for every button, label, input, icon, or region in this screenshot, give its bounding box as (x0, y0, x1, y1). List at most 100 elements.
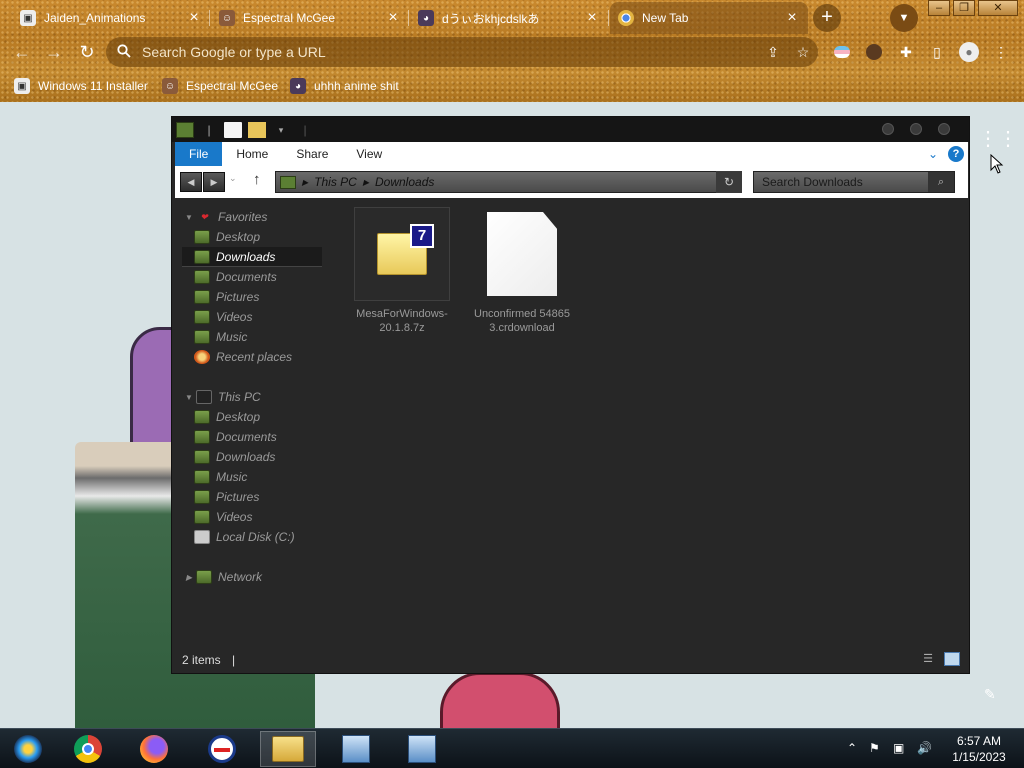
action-center-flag-icon[interactable]: ⚑ (869, 741, 880, 755)
search-input[interactable] (754, 175, 928, 189)
status-bar: 2 items | (182, 653, 235, 667)
close-tab-icon[interactable]: × (184, 10, 204, 26)
back-button[interactable]: ◀ (180, 172, 202, 192)
file-item-crdownload[interactable]: Unconfirmed 548653.crdownload (474, 207, 570, 335)
restore-window-button[interactable]: ❐ (953, 0, 975, 16)
network-icon[interactable]: ▣ (893, 741, 904, 755)
taskbar-firefox[interactable] (126, 731, 182, 767)
nav-favorites-desktop[interactable]: Desktop (182, 227, 322, 247)
clock[interactable]: 6:57 AM 1/15/2023 (944, 733, 1014, 765)
google-apps-grid-icon[interactable]: ⋮⋮⋮ (978, 126, 1024, 151)
start-button[interactable] (0, 731, 56, 767)
bookmark-espectral-mcgee[interactable]: ☺ Espectral McGee (162, 75, 278, 97)
taskbar-installer-2[interactable] (394, 731, 450, 767)
tab-share[interactable]: Share (282, 142, 342, 166)
share-icon[interactable]: ⇪ (758, 44, 788, 61)
large-icons-view-icon[interactable] (944, 652, 960, 666)
nav-thispc-downloads[interactable]: Downloads (182, 447, 322, 467)
recent-locations-chevron-icon[interactable]: ⌄ (229, 173, 237, 184)
refresh-icon[interactable]: ↻ (716, 171, 742, 193)
tab-home[interactable]: Home (222, 142, 282, 166)
side-panel-icon[interactable]: ▯ (926, 41, 948, 63)
volume-icon[interactable]: 🔊 (917, 741, 932, 755)
omnibox-input[interactable] (142, 44, 758, 60)
customize-pencil-icon[interactable]: ✎ (984, 686, 996, 703)
bookmark-anime[interactable]: ◕ uhhh anime shit (290, 75, 399, 97)
profile-avatar-extension-icon[interactable] (863, 41, 885, 63)
reload-icon[interactable]: ↻ (75, 40, 99, 64)
collapse-chevron-icon[interactable]: ▼ (182, 393, 196, 402)
item-count: 2 items (182, 653, 221, 667)
file-item-mesa-7z[interactable]: 7 MesaForWindows-20.1.8.7z (354, 207, 450, 335)
maximize-button[interactable] (910, 123, 922, 135)
recent-places-icon (194, 350, 210, 364)
nav-favorites-recent-places[interactable]: Recent places (182, 347, 322, 367)
nav-this-pc[interactable]: ▼ This PC (182, 387, 322, 407)
nav-thispc-pictures[interactable]: Pictures (182, 487, 322, 507)
tab-view[interactable]: View (342, 142, 396, 166)
properties-icon[interactable] (224, 121, 242, 138)
taskbar-installer-1[interactable] (328, 731, 384, 767)
expand-ribbon-chevron-icon[interactable]: ⌄ (928, 147, 938, 161)
close-tab-icon[interactable]: × (582, 10, 602, 26)
up-arrow-icon[interactable]: ↑ (253, 171, 261, 188)
close-button[interactable] (938, 123, 950, 135)
tab-anime[interactable]: ◕ dうぃおkhjcdslkあ × (410, 2, 608, 34)
customize-quick-access-chevron-icon[interactable]: ▾ (272, 122, 290, 138)
bookmark-star-icon[interactable]: ☆ (788, 44, 818, 61)
forward-arrow-icon[interactable]: → (42, 40, 66, 64)
expand-chevron-icon[interactable]: ▶ (182, 573, 196, 582)
folder-icon (176, 121, 194, 138)
show-hidden-icons-chevron-icon[interactable]: ⌃ (847, 741, 857, 755)
tab-new-tab[interactable]: New Tab × (610, 2, 808, 34)
minimize-window-button[interactable]: – (928, 0, 950, 16)
tab-file[interactable]: File (175, 142, 223, 166)
search-downloads-box[interactable]: ⌕ (753, 171, 955, 193)
nav-network[interactable]: ▶ Network (182, 567, 322, 587)
anime-favicon-icon: ◕ (418, 10, 434, 26)
nav-thispc-local-disk[interactable]: Local Disk (C:) (182, 527, 322, 547)
puzzle-extensions-icon[interactable]: ✚ (895, 41, 917, 63)
nav-favorites[interactable]: ▼ ❤ Favorites (182, 207, 322, 227)
collapse-chevron-icon[interactable]: ▼ (182, 213, 196, 222)
nav-thispc-documents[interactable]: Documents (182, 427, 322, 447)
taskbar-file-explorer[interactable] (260, 731, 316, 767)
omnibox[interactable]: ⇪ ☆ (106, 37, 818, 67)
flag-extension-icon[interactable] (831, 41, 853, 63)
help-icon[interactable]: ? (948, 146, 964, 162)
tab-jaiden-animations[interactable]: ▣ Jaiden_Animations × (12, 2, 210, 34)
close-tab-icon[interactable]: × (383, 10, 403, 26)
nav-favorites-music[interactable]: Music (182, 327, 322, 347)
breadcrumb-this-pc[interactable]: This PC (314, 175, 357, 189)
search-icon[interactable]: ⌕ (928, 172, 954, 192)
profile-icon[interactable]: ● (958, 41, 980, 63)
videos-folder-icon (194, 310, 210, 324)
nav-favorites-documents[interactable]: Documents (182, 267, 322, 287)
address-field[interactable]: ▶ This PC ▶ Downloads (275, 171, 742, 193)
menu-kebab-icon[interactable]: ⋮ (990, 41, 1012, 63)
new-folder-icon[interactable] (248, 121, 266, 138)
nav-thispc-videos[interactable]: Videos (182, 507, 322, 527)
nav-favorites-pictures[interactable]: Pictures (182, 287, 322, 307)
close-window-button[interactable]: ✕ (978, 0, 1018, 16)
close-tab-icon[interactable]: × (782, 10, 802, 26)
taskbar-browser-app[interactable] (194, 731, 250, 767)
minimize-button[interactable] (882, 123, 894, 135)
bookmark-windows-11-installer[interactable]: ▣ Windows 11 Installer (14, 75, 148, 97)
nav-thispc-music[interactable]: Music (182, 467, 322, 487)
forward-button[interactable]: ▶ (203, 172, 225, 192)
nav-thispc-desktop[interactable]: Desktop (182, 407, 322, 427)
new-tab-button[interactable]: + (813, 4, 841, 32)
explorer-titlebar[interactable]: | ▾ | (172, 117, 969, 142)
downloads-folder-icon (194, 249, 210, 264)
tab-search-chevron-icon[interactable]: ▼ (890, 4, 918, 32)
nav-favorites-videos[interactable]: Videos (182, 307, 322, 327)
breadcrumb-downloads[interactable]: Downloads (375, 175, 434, 189)
tab-title: Espectral McGee (243, 11, 336, 25)
tab-espectral-mcgee[interactable]: ☺ Espectral McGee × (211, 2, 409, 34)
taskbar-chrome[interactable] (60, 731, 116, 767)
details-view-icon[interactable]: ☰ (920, 652, 936, 666)
browser-chrome: ▣ Jaiden_Animations × ☺ Espectral McGee … (0, 0, 1024, 102)
nav-favorites-downloads[interactable]: Downloads (182, 247, 322, 267)
back-arrow-icon[interactable]: ← (10, 40, 34, 64)
